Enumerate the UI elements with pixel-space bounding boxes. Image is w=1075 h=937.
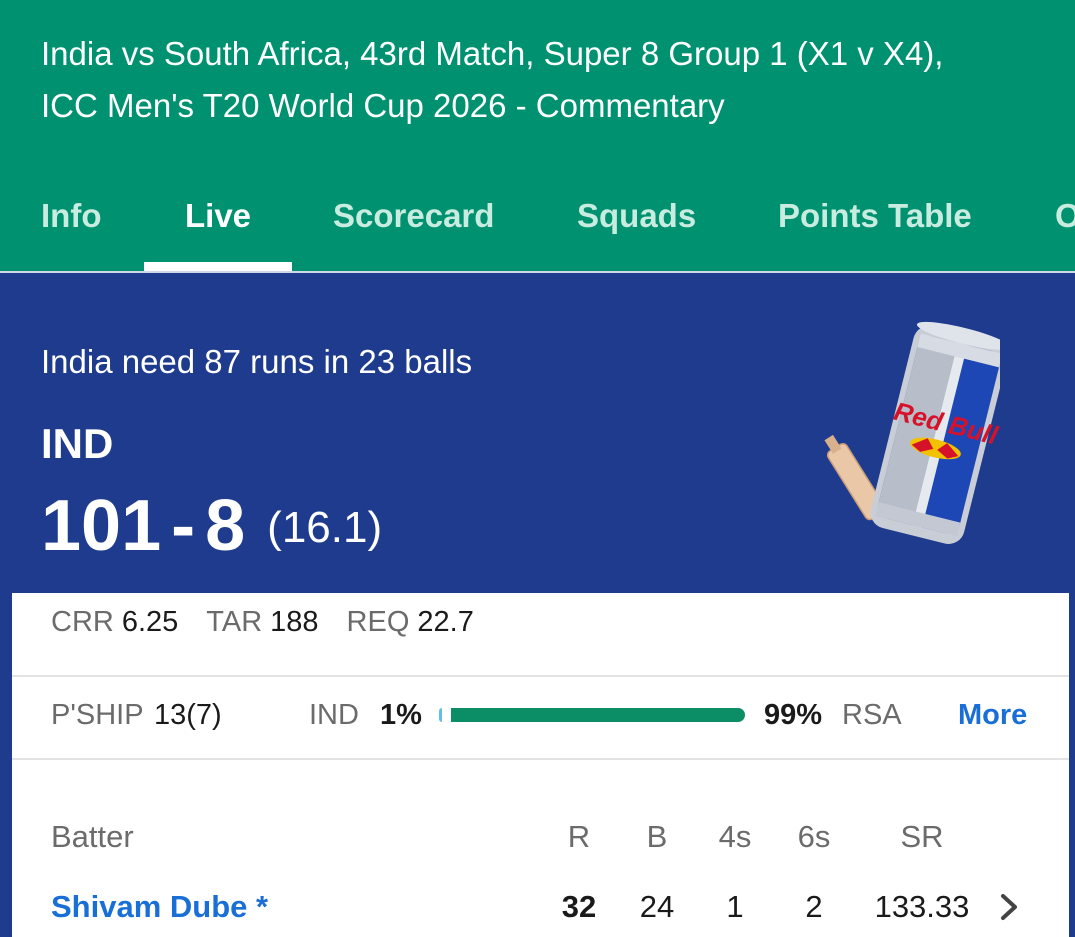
match-status: India need 87 runs in 23 balls bbox=[41, 343, 473, 380]
page-title: India vs South Africa, 43rd Match, Super… bbox=[41, 28, 1061, 132]
divider bbox=[12, 675, 1069, 677]
win-bar-team-b bbox=[451, 708, 745, 722]
win-prob-team-a-pct: 1% bbox=[380, 699, 422, 731]
win-prob-team-b-pct: 99% bbox=[764, 699, 823, 731]
tab-overflow[interactable]: O bbox=[1055, 190, 1075, 242]
tab-scorecard[interactable]: Scorecard bbox=[333, 190, 494, 242]
table-row[interactable]: Shivam Dube * 32 24 1 2 133.33 bbox=[12, 885, 1069, 929]
batter-strike-rate: 133.33 bbox=[874, 889, 970, 924]
batting-team: IND bbox=[41, 420, 114, 467]
req-value: 22.7 bbox=[417, 606, 474, 638]
score-runs: 101 bbox=[41, 486, 162, 566]
tab-points-table[interactable]: Points Table bbox=[778, 190, 972, 242]
run-rates: CRR 6.25 TAR 188 REQ 22.7 bbox=[51, 600, 502, 644]
crr-label: CRR bbox=[51, 606, 114, 638]
active-tab-indicator bbox=[144, 262, 292, 271]
strike-rate-header: SR bbox=[900, 819, 944, 854]
match-summary-card: CRR 6.25 TAR 188 REQ 22.7 P'SHIP 13(7) IND 1%… bbox=[12, 593, 1069, 937]
tar-label: TAR bbox=[206, 606, 263, 638]
tab-live[interactable]: Live bbox=[185, 190, 251, 242]
tab-bar: Info Live Scorecard Squads Points Table … bbox=[0, 190, 1075, 271]
red-bull-can-icon: Red Bull bbox=[824, 321, 1011, 544]
divider bbox=[12, 758, 1069, 760]
tab-squads[interactable]: Squads bbox=[577, 190, 696, 242]
more-link[interactable]: More bbox=[958, 693, 1027, 737]
sixes-header: 6s bbox=[797, 819, 831, 854]
crr-value: 6.25 bbox=[121, 606, 179, 638]
win-probability-bar bbox=[439, 708, 745, 722]
batter-table-header: Batter R B 4s 6s SR bbox=[12, 815, 1069, 859]
runs-header: R bbox=[567, 819, 591, 854]
score-separator: - bbox=[171, 486, 196, 566]
partnership-win-row: P'SHIP 13(7) IND 1% 99% RSA More bbox=[12, 693, 1069, 737]
tab-info[interactable]: Info bbox=[41, 190, 101, 242]
req-label: REQ bbox=[346, 606, 410, 638]
title-line-1: India vs South Africa, 43rd Match, Super… bbox=[41, 35, 944, 72]
batter-runs: 32 bbox=[561, 889, 597, 924]
red-bull-ad[interactable]: Red Bull bbox=[810, 318, 1011, 548]
fours-header: 4s bbox=[718, 819, 752, 854]
batter-name-link[interactable]: Shivam Dube * bbox=[51, 885, 268, 929]
team-score: 101-8 (16.1) bbox=[41, 482, 382, 570]
score-wickets: 8 bbox=[205, 486, 246, 566]
win-prob-team-a: IND bbox=[309, 699, 359, 731]
chevron-right-icon[interactable] bbox=[994, 891, 1024, 923]
win-prob-team-b: RSA bbox=[842, 699, 902, 731]
balls-header: B bbox=[646, 819, 668, 854]
batter-sixes: 2 bbox=[805, 889, 823, 924]
title-line-2: ICC Men's T20 World Cup 2026 - Commentar… bbox=[41, 87, 725, 124]
tar-value: 188 bbox=[270, 606, 319, 638]
partnership-value: 13(7) bbox=[154, 699, 222, 731]
score-overs: (16.1) bbox=[267, 503, 383, 552]
win-bar-team-a bbox=[439, 708, 442, 722]
batter-fours: 1 bbox=[726, 889, 744, 924]
batter-balls: 24 bbox=[639, 889, 675, 924]
batter-header: Batter bbox=[51, 819, 134, 854]
match-header: India vs South Africa, 43rd Match, Super… bbox=[0, 0, 1075, 271]
partnership-label: P'SHIP bbox=[51, 699, 144, 731]
